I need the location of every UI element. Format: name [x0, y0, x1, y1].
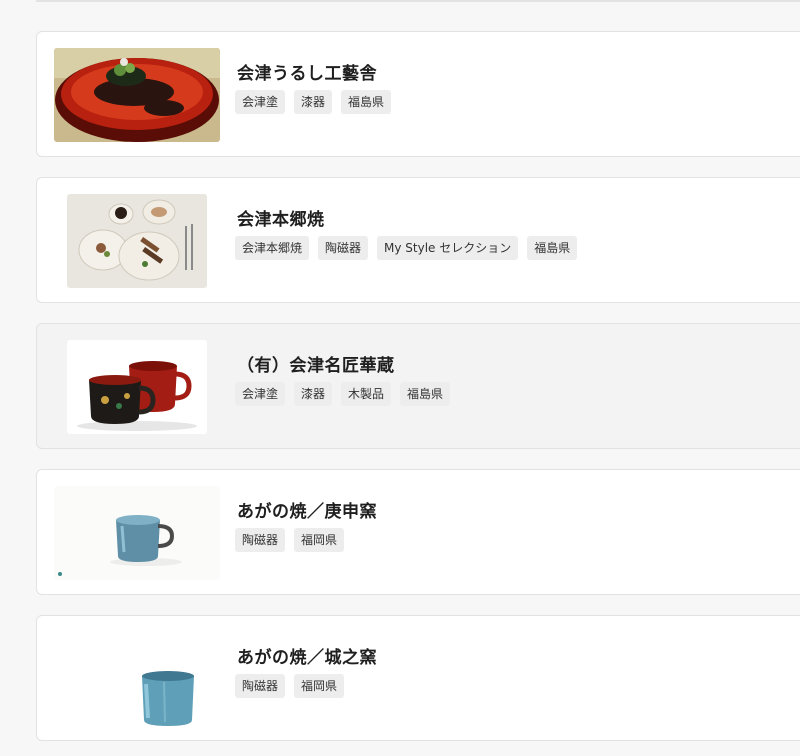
shop-card-aizu-urushi[interactable]: 会津うるし工藝舎 会津塗 漆器 福島県 [36, 31, 800, 157]
shop-list-page: 会津うるし工藝舎 会津塗 漆器 福島県 会津本郷焼 会津本郷焼 陶磁器 My S… [0, 0, 800, 756]
shop-title[interactable]: 会津うるし工藝舎 [237, 59, 377, 84]
shop-thumbnail-blue-cup[interactable] [54, 486, 220, 580]
tag-chip[interactable]: 陶磁器 [235, 674, 286, 698]
top-divider [36, 0, 800, 2]
tag-list: 陶磁器 福岡県 [235, 674, 345, 698]
tag-chip[interactable]: 陶磁器 [318, 236, 369, 260]
shop-card-agano-koshin[interactable]: あがの焼／庚申窯 陶磁器 福岡県 [36, 469, 800, 595]
tag-list: 陶磁器 福岡県 [235, 528, 345, 552]
tag-chip[interactable]: 福岡県 [294, 528, 345, 552]
tag-chip[interactable]: 会津塗 [235, 382, 286, 406]
tag-chip[interactable]: 福岡県 [294, 674, 345, 698]
tag-list: 会津本郷焼 陶磁器 My Style セレクション 福島県 [235, 236, 578, 260]
tag-chip[interactable]: 福島県 [527, 236, 578, 260]
shop-thumbnail-plates[interactable] [67, 194, 207, 288]
shop-card-aizu-hongo[interactable]: 会津本郷焼 会津本郷焼 陶磁器 My Style セレクション 福島県 [36, 177, 800, 303]
tag-chip[interactable]: 会津塗 [235, 90, 286, 114]
tag-chip[interactable]: 福島県 [341, 90, 392, 114]
tag-chip[interactable]: 漆器 [294, 90, 333, 114]
shop-thumbnail-blue-teacup[interactable] [54, 632, 220, 726]
shop-card-agano-shiro[interactable]: あがの焼／城之窯 陶磁器 福岡県 [36, 615, 800, 741]
shop-title[interactable]: 会津本郷焼 [237, 205, 325, 230]
tag-list: 会津塗 漆器 木製品 福島県 [235, 382, 451, 406]
shop-thumbnail-mugs[interactable] [67, 340, 207, 434]
tag-chip[interactable]: My Style セレクション [377, 236, 519, 260]
shop-title[interactable]: （有）会津名匠華蔵 [237, 351, 395, 376]
shop-card-aizu-meisho[interactable]: （有）会津名匠華蔵 会津塗 漆器 木製品 福島県 [36, 323, 800, 449]
tag-chip[interactable]: 会津本郷焼 [235, 236, 310, 260]
tag-chip[interactable]: 福島県 [400, 382, 451, 406]
tag-list: 会津塗 漆器 福島県 [235, 90, 392, 114]
tag-chip[interactable]: 漆器 [294, 382, 333, 406]
tag-chip[interactable]: 木製品 [341, 382, 392, 406]
shop-title[interactable]: あがの焼／城之窯 [237, 643, 377, 668]
tag-chip[interactable]: 陶磁器 [235, 528, 286, 552]
shop-title[interactable]: あがの焼／庚申窯 [237, 497, 377, 522]
shop-thumbnail-lacquer-bowl[interactable] [54, 48, 220, 142]
